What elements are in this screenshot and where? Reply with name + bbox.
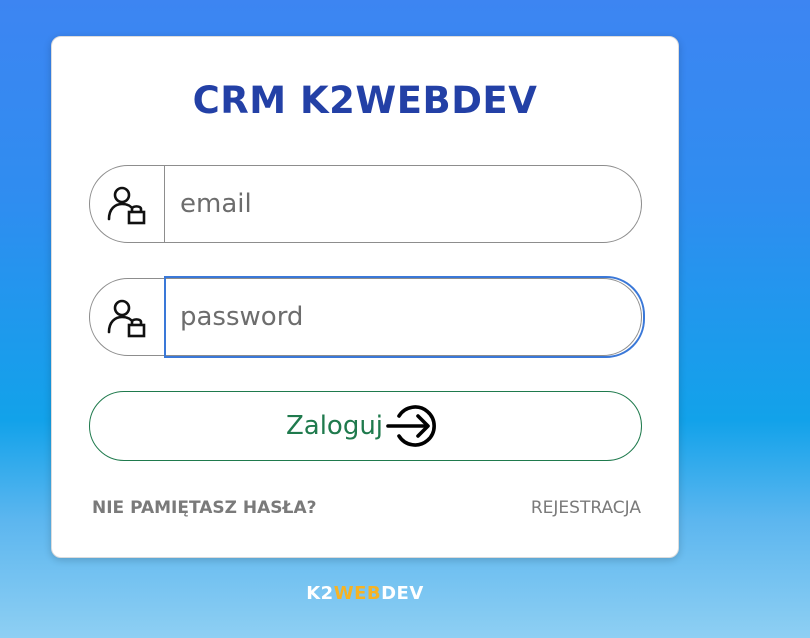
password-input-group (89, 276, 645, 358)
email-input-group (89, 165, 642, 243)
password-field[interactable] (166, 279, 636, 355)
email-field[interactable] (166, 166, 636, 242)
email-icon-box (90, 166, 165, 242)
logo-part-dev: DEV (381, 583, 424, 604)
logo-part-web: WEB (333, 583, 382, 604)
logo-part-k2: K2 (306, 583, 334, 604)
login-button-label: Zaloguj (285, 411, 384, 441)
arrow-right-circle-icon (386, 405, 436, 447)
user-lock-icon (107, 299, 146, 338)
page-title: CRM K2WEBDEV (192, 79, 538, 122)
footer-logo: K2WEBDEV (0, 583, 730, 604)
login-card: CRM K2WEBDEV Zaloguj (51, 36, 679, 558)
register-link[interactable]: REJESTRACJA (531, 498, 641, 518)
password-icon-box (90, 279, 165, 355)
login-button[interactable]: Zaloguj (89, 391, 642, 461)
forgot-password-link[interactable]: NIE PAMIĘTASZ HASŁA? (92, 498, 316, 518)
user-lock-icon (107, 186, 146, 225)
